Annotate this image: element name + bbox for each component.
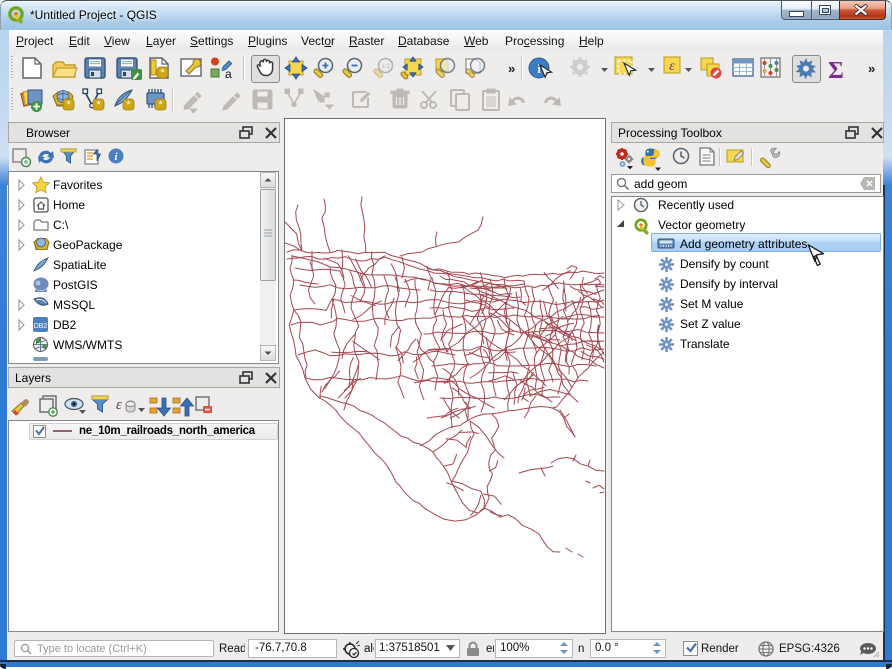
svg-text:1:1: 1:1 [381, 64, 390, 70]
svg-text:DB2: DB2 [53, 318, 77, 332]
svg-text:ε: ε [116, 397, 122, 413]
svg-text:WMS/WMTS: WMS/WMTS [53, 338, 122, 352]
svg-text:ε: ε [669, 59, 675, 74]
svg-text:MSSQL: MSSQL [53, 298, 95, 312]
svg-text:Σ: Σ [828, 58, 844, 84]
svg-text:Favorites: Favorites [53, 178, 102, 192]
svg-text:PostGIS: PostGIS [53, 278, 98, 292]
svg-text:Set Z value: Set Z value [680, 317, 741, 331]
svg-text:DB2: DB2 [34, 323, 48, 330]
svg-text:SpatiaLite: SpatiaLite [53, 258, 107, 272]
svg-text:»: » [508, 61, 515, 76]
svg-text:GeoPackage: GeoPackage [53, 238, 123, 252]
svg-text:a: a [225, 67, 232, 81]
svg-text:C:\: C:\ [53, 218, 69, 232]
svg-text:Translate: Translate [680, 337, 730, 351]
svg-text:Home: Home [53, 198, 85, 212]
svg-text:Vector geometry: Vector geometry [658, 218, 745, 232]
svg-text:i: i [537, 61, 541, 76]
svg-text:Set M value: Set M value [680, 297, 744, 311]
svg-text:Add geometry attributes: Add geometry attributes [680, 237, 807, 251]
svg-text:Densify by interval: Densify by interval [680, 277, 778, 291]
svg-text:»: » [868, 61, 875, 76]
svg-text:Recently used: Recently used [658, 198, 734, 212]
svg-text:Densify by count: Densify by count [680, 257, 769, 271]
